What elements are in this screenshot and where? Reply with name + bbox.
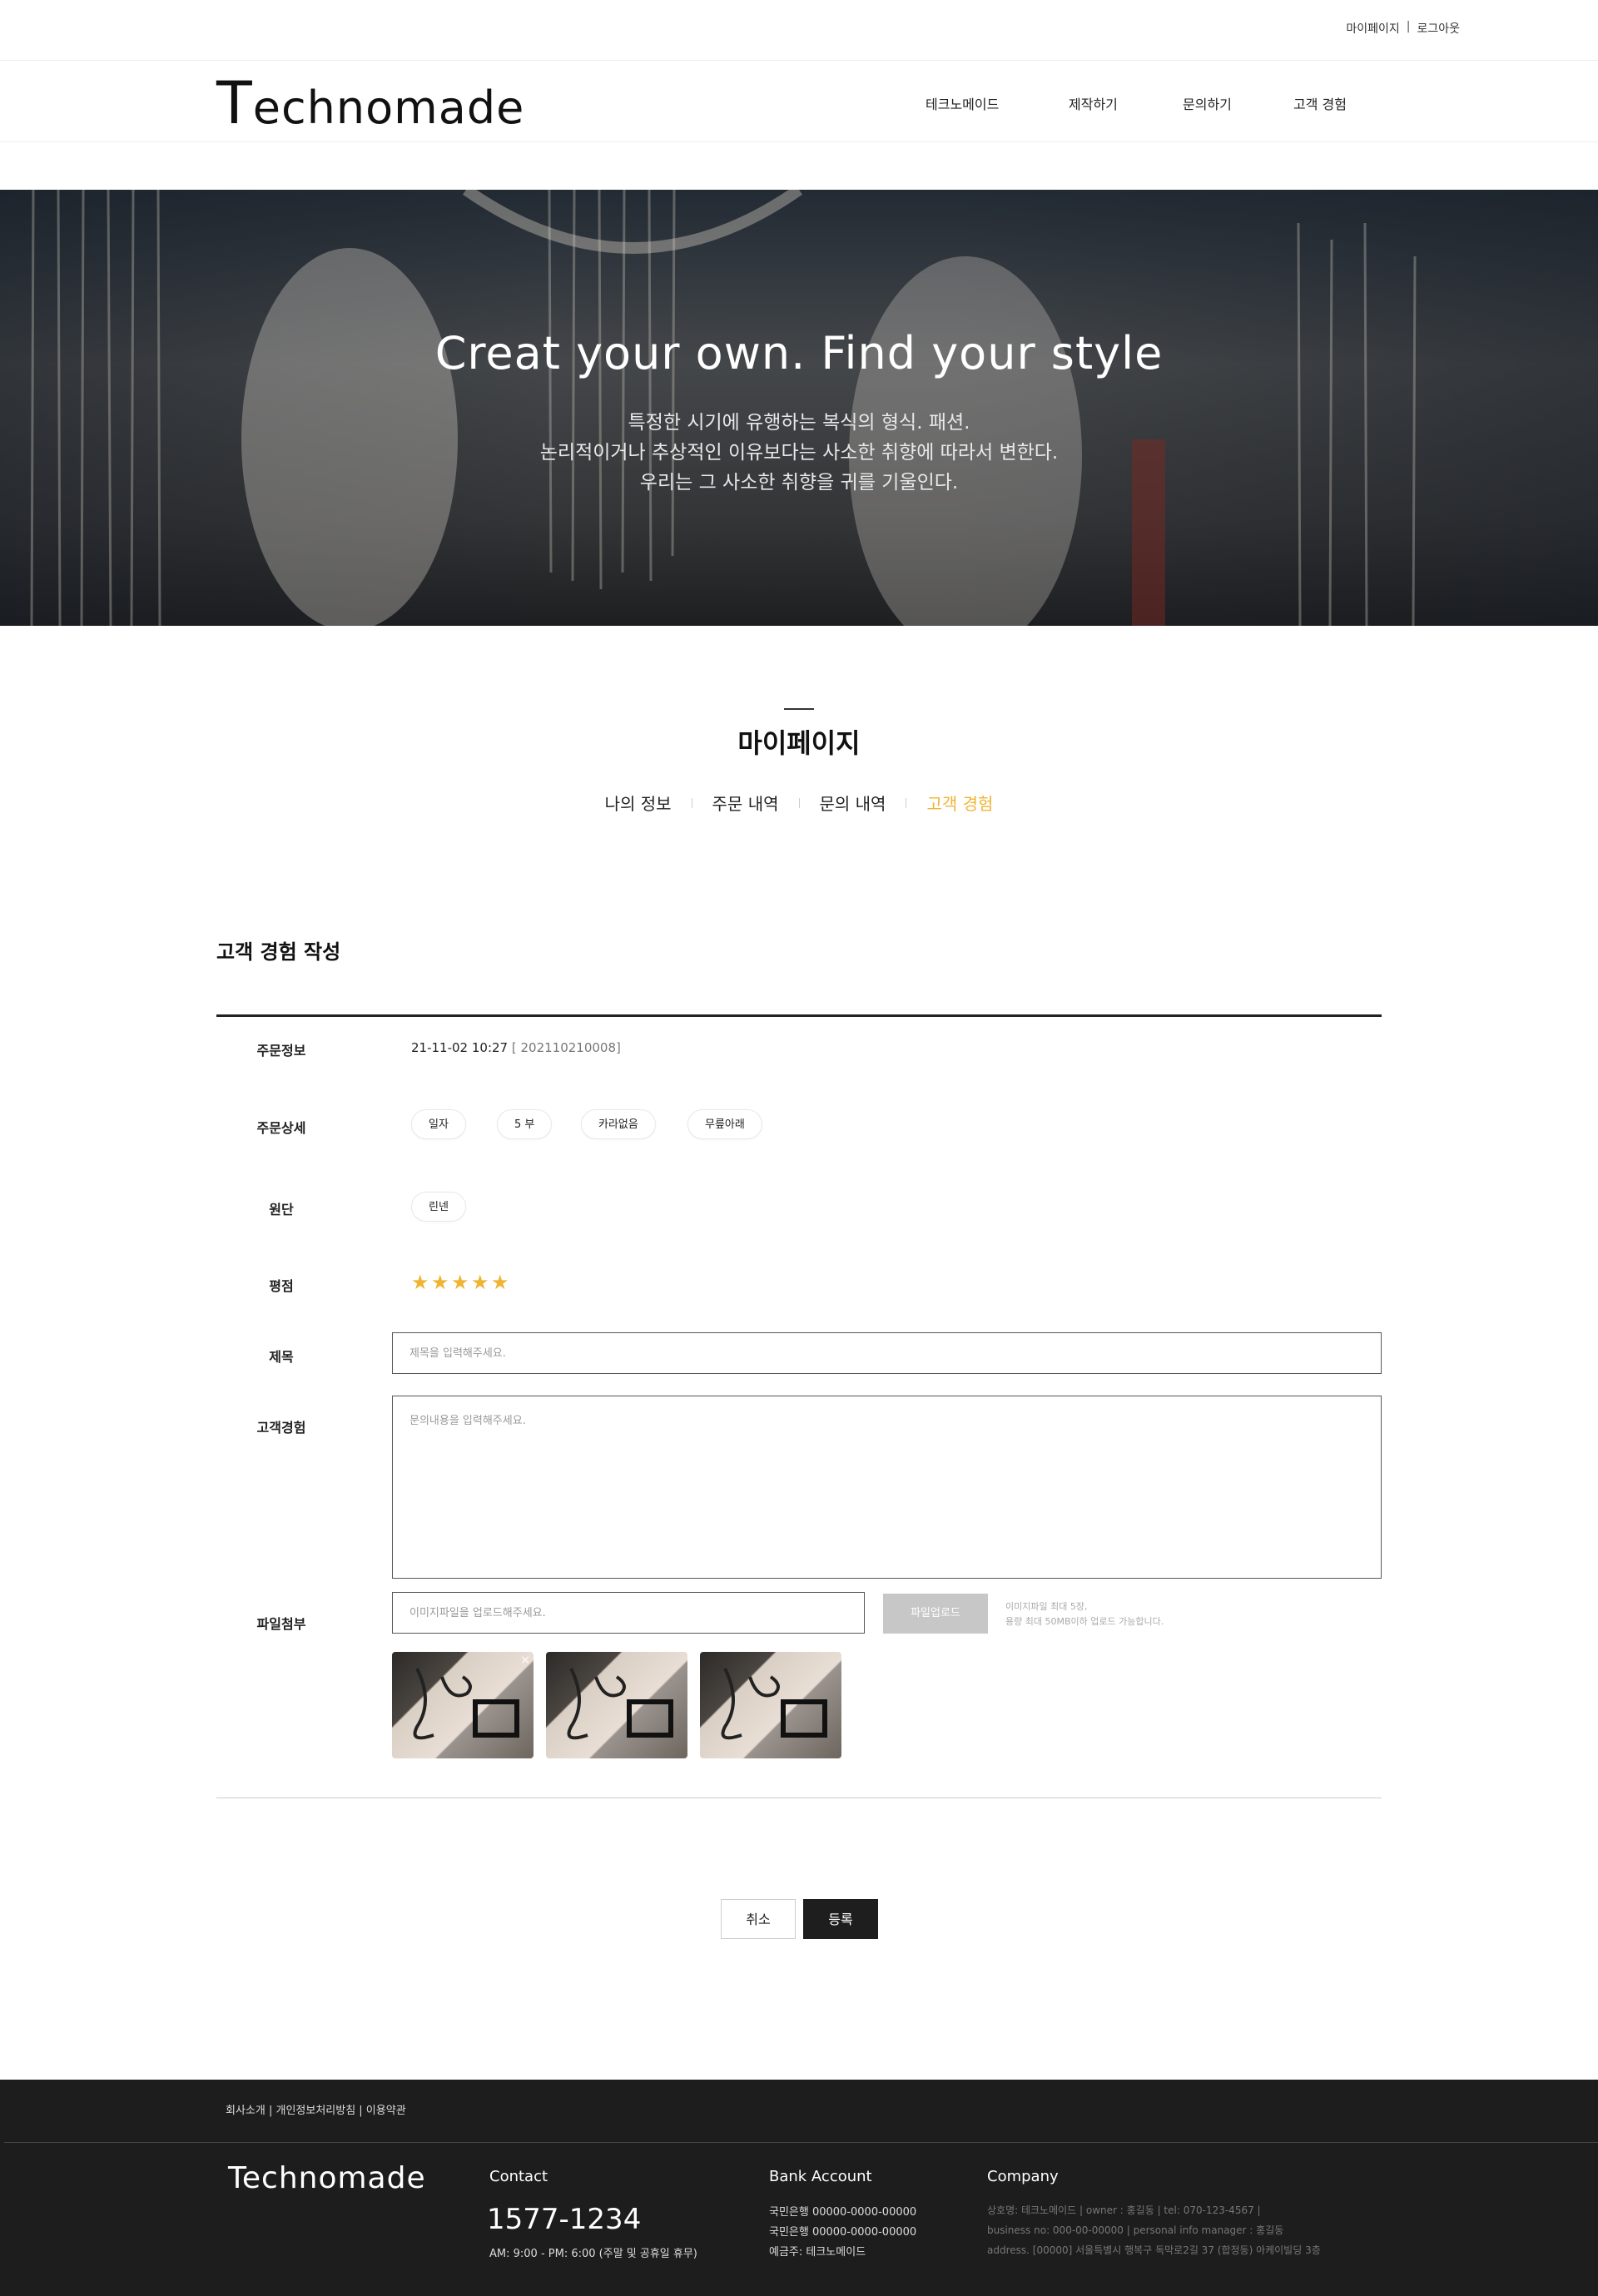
remove-image-icon[interactable]: × <box>520 1654 530 1667</box>
nav-item-customer-experience[interactable]: 고객 경험 <box>1293 93 1347 113</box>
fabric-label: 원단 <box>269 1202 294 1217</box>
title-label: 제목 <box>269 1349 294 1365</box>
order-detail-chip: 무릎아래 <box>687 1109 762 1139</box>
tab-customer-experience[interactable]: 고객 경험 <box>906 791 1013 815</box>
order-detail-chip: 카라없음 <box>581 1109 656 1139</box>
style-photo-icon <box>721 1668 827 1740</box>
file-path-input[interactable] <box>392 1592 865 1634</box>
logo-initial: T <box>216 69 253 137</box>
cancel-button[interactable]: 취소 <box>721 1899 796 1939</box>
site-logo[interactable]: Technomade <box>216 69 524 137</box>
top-utility-bar: 마이페이지 | 로그아웃 <box>0 0 1598 61</box>
title-input[interactable] <box>392 1332 1382 1374</box>
nav-item-technomade[interactable]: 테크노메이드 <box>926 93 1069 113</box>
main-nav: 테크노메이드 제작하기 문의하기 고객 경험 <box>926 93 1347 113</box>
section-title: 고객 경험 작성 <box>216 940 341 964</box>
star-icon[interactable]: ★ <box>431 1272 449 1293</box>
hero-banner: Creat your own. Find your style 특정한 시기에 … <box>0 190 1598 626</box>
attached-image-thumbnail[interactable] <box>700 1652 841 1758</box>
page-title: 마이페이지 <box>737 727 861 759</box>
order-info-value: 21-11-02 10:27 [ 202110210008] <box>411 1040 621 1055</box>
site-header: Technomade 테크노메이드 제작하기 문의하기 고객 경험 <box>0 61 1598 142</box>
upload-note-size: 용량 최대 50MB이하 업로드 가능합니다. <box>1005 1616 1164 1627</box>
order-detail-chip: 일자 <box>411 1109 466 1139</box>
order-detail-chip: 5 부 <box>497 1109 553 1139</box>
submit-button[interactable]: 등록 <box>803 1899 878 1939</box>
company-line: 상호명: 테크노메이드 | owner : 홍길동 | tel: 070-123… <box>987 2204 1261 2216</box>
title-divider <box>784 708 814 710</box>
company-line: business no: 000-00-00000 | personal inf… <box>987 2224 1284 2236</box>
file-attach-label: 파일첨부 <box>256 1616 306 1632</box>
bank-line: 국민은행 00000-0000-00000 <box>769 2206 917 2219</box>
fabric-chip: 린넨 <box>411 1192 466 1222</box>
file-upload-button[interactable]: 파일업로드 <box>883 1594 988 1634</box>
upload-note-count: 이미지파일 최대 5장, <box>1005 1601 1088 1612</box>
attached-image-thumbnail[interactable]: × <box>392 1652 533 1758</box>
tab-my-info[interactable]: 나의 정보 <box>585 791 692 815</box>
footer-logo: Technomade <box>228 2161 426 2195</box>
hero-line-3: 우리는 그 사소한 취향을 귀를 기울인다. <box>639 472 959 493</box>
star-icon[interactable]: ★ <box>411 1272 429 1293</box>
experience-textarea[interactable] <box>392 1396 1382 1579</box>
star-icon[interactable]: ★ <box>471 1272 489 1293</box>
footer-divider <box>4 2142 1598 2143</box>
star-icon[interactable]: ★ <box>451 1272 469 1293</box>
attached-image-thumbnail[interactable] <box>546 1652 687 1758</box>
hero-line-2: 논리적이거나 추상적인 이유보다는 사소한 취향에 따라서 변한다. <box>539 442 1059 464</box>
hero-line-1: 특정한 시기에 유행하는 복식의 형식. 패션. <box>628 412 970 434</box>
order-detail-label: 주문상세 <box>256 1120 306 1136</box>
footer-links[interactable]: 회사소개 | 개인정보처리방침 | 이용약관 <box>226 2101 406 2117</box>
logout-link[interactable]: 로그아웃 <box>1417 20 1460 37</box>
experience-label: 고객경험 <box>256 1420 306 1436</box>
mypage-link[interactable]: 마이페이지 <box>1346 20 1399 37</box>
star-icon[interactable]: ★ <box>491 1272 509 1293</box>
order-number: [ 202110210008] <box>511 1040 621 1055</box>
logo-rest: echnomade <box>252 82 525 134</box>
bank-heading: Bank Account <box>769 2168 872 2185</box>
company-heading: Company <box>987 2168 1059 2185</box>
contact-phone: 1577-1234 <box>487 2203 642 2236</box>
hero-title: Creat your own. Find your style <box>434 327 1164 379</box>
nav-item-make[interactable]: 제작하기 <box>1069 93 1183 113</box>
style-photo-icon <box>413 1668 519 1740</box>
tab-inquiry-history[interactable]: 문의 내역 <box>800 791 906 815</box>
style-photo-icon <box>567 1668 673 1740</box>
utility-links: 마이페이지 | 로그아웃 <box>1346 20 1460 37</box>
contact-hours: AM: 9:00 - PM: 6:00 (주말 및 공휴일 휴무) <box>489 2248 697 2260</box>
mypage-tabs: 나의 정보 주문 내역 문의 내역 고객 경험 <box>0 791 1598 815</box>
rating-label: 평점 <box>269 1278 294 1294</box>
form-top-border <box>216 1014 1382 1017</box>
company-address: address. [00000] 서울특별시 행복구 독막로2길 37 (합정동… <box>987 2244 1321 2256</box>
bank-holder: 예금주: 테크노메이드 <box>769 2246 866 2259</box>
order-info-label: 주문정보 <box>256 1043 306 1059</box>
utility-separator: | <box>1406 20 1411 33</box>
order-date: 21-11-02 10:27 <box>411 1040 509 1055</box>
contact-heading: Contact <box>489 2168 548 2185</box>
site-footer: 회사소개 | 개인정보처리방침 | 이용약관 Technomade Contac… <box>0 2080 1598 2296</box>
tab-order-history[interactable]: 주문 내역 <box>692 791 799 815</box>
bank-line: 국민은행 00000-0000-00000 <box>769 2226 917 2239</box>
nav-item-inquiry[interactable]: 문의하기 <box>1183 93 1293 113</box>
